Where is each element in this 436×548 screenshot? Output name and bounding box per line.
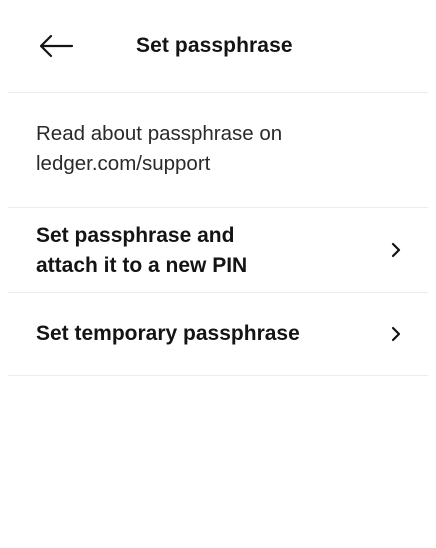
menu-item-label-line-2: attach it to a new PIN <box>36 254 248 277</box>
support-info-line-1: Read about passphrase on <box>36 122 283 145</box>
menu-item-label-line-1: Set passphrase and <box>36 224 235 247</box>
set-passphrase-new-pin-item[interactable]: Set passphrase and attach it to a new PI… <box>8 208 428 293</box>
set-temporary-passphrase-item[interactable]: Set temporary passphrase <box>8 293 428 376</box>
menu-item-label-line-1: Set temporary passphrase <box>36 322 300 345</box>
page-title: Set passphrase <box>136 34 293 57</box>
support-info-link: ledger.com/support <box>36 152 211 175</box>
header: Set passphrase <box>8 0 428 93</box>
chevron-right-icon <box>388 240 404 260</box>
arrow-left-icon <box>38 34 74 63</box>
menu-item-label: Set temporary passphrase <box>36 319 300 349</box>
chevron-right-icon <box>388 324 404 344</box>
back-button[interactable] <box>36 30 76 66</box>
set-passphrase-screen: Set passphrase Read about passphrase on … <box>0 0 436 548</box>
support-info: Read about passphrase on ledger.com/supp… <box>8 93 428 208</box>
menu-item-label: Set passphrase and attach it to a new PI… <box>36 221 247 281</box>
